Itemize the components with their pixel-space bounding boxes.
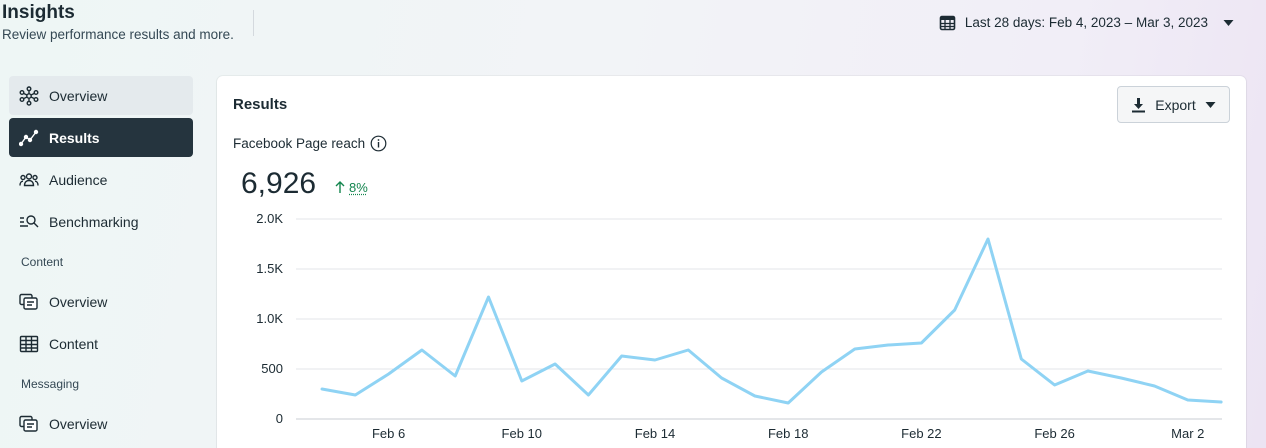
- data-point[interactable]: [617, 351, 627, 361]
- data-point[interactable]: [683, 345, 693, 355]
- data-point[interactable]: [1016, 354, 1026, 364]
- data-point[interactable]: [850, 344, 860, 354]
- data-point[interactable]: [1150, 381, 1160, 391]
- data-point[interactable]: [1216, 397, 1226, 407]
- x-tick-label: Feb 6: [372, 426, 405, 441]
- data-point[interactable]: [916, 338, 926, 348]
- x-tick-label: Feb 18: [768, 426, 808, 441]
- data-point[interactable]: [317, 384, 327, 394]
- x-tick-label: Feb 14: [635, 426, 675, 441]
- data-point[interactable]: [717, 373, 727, 383]
- data-point[interactable]: [950, 305, 960, 315]
- data-point[interactable]: [1083, 366, 1093, 376]
- y-axis-ticks: 0 500 1.0K 1.5K 2.0K: [256, 211, 283, 426]
- y-tick-label: 1.5K: [256, 261, 283, 276]
- data-point[interactable]: [450, 371, 460, 381]
- x-axis-ticks: Feb 6 Feb 10 Feb 14 Feb 18 Feb 22 Feb 26 Mar 2: [372, 426, 1204, 441]
- data-point[interactable]: [484, 292, 494, 302]
- data-point[interactable]: [384, 369, 394, 379]
- data-point[interactable]: [583, 390, 593, 400]
- data-point[interactable]: [983, 234, 993, 244]
- chart-grid: [296, 218, 1222, 420]
- reach-line-chart: 0 500 1.0K 1.5K 2.0K Feb 6 Feb 10 Feb 14 Feb 18…: [256, 211, 1226, 441]
- data-point[interactable]: [350, 390, 360, 400]
- data-point[interactable]: [1116, 373, 1126, 383]
- data-point[interactable]: [883, 340, 893, 350]
- data-point[interactable]: [1050, 380, 1060, 390]
- x-tick-label: Feb 26: [1034, 426, 1074, 441]
- data-point[interactable]: [417, 345, 427, 355]
- y-tick-label: 0: [276, 411, 283, 426]
- series-points: [317, 234, 1226, 408]
- x-tick-label: Mar 2: [1171, 426, 1204, 441]
- x-tick-label: Feb 22: [901, 426, 941, 441]
- data-point[interactable]: [650, 355, 660, 365]
- data-point[interactable]: [550, 359, 560, 369]
- data-point[interactable]: [517, 376, 527, 386]
- y-tick-label: 500: [261, 361, 283, 376]
- y-tick-label: 1.0K: [256, 311, 283, 326]
- data-point[interactable]: [1183, 395, 1193, 405]
- y-tick-label: 2.0K: [256, 211, 283, 226]
- x-tick-label: Feb 10: [502, 426, 542, 441]
- data-point[interactable]: [817, 367, 827, 377]
- data-point[interactable]: [750, 391, 760, 401]
- data-point[interactable]: [783, 398, 793, 408]
